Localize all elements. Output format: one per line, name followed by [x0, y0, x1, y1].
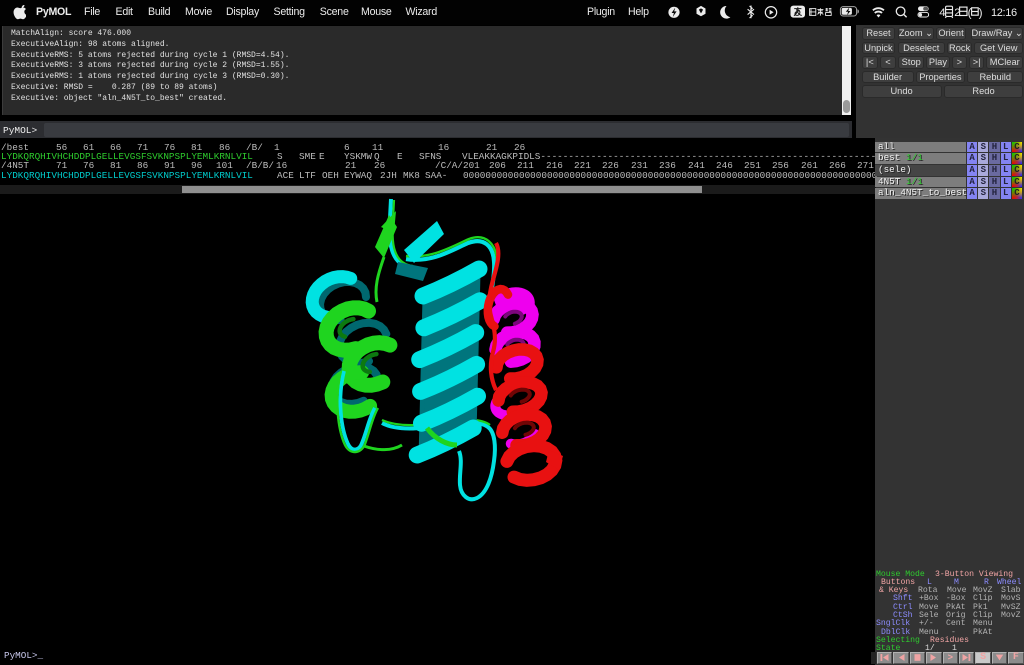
svg-text:4: 4 — [939, 7, 945, 19]
svg-text:12:16: 12:16 — [991, 7, 1017, 19]
svg-text:(: ( — [968, 5, 972, 19]
svg-text:): ) — [979, 5, 983, 19]
